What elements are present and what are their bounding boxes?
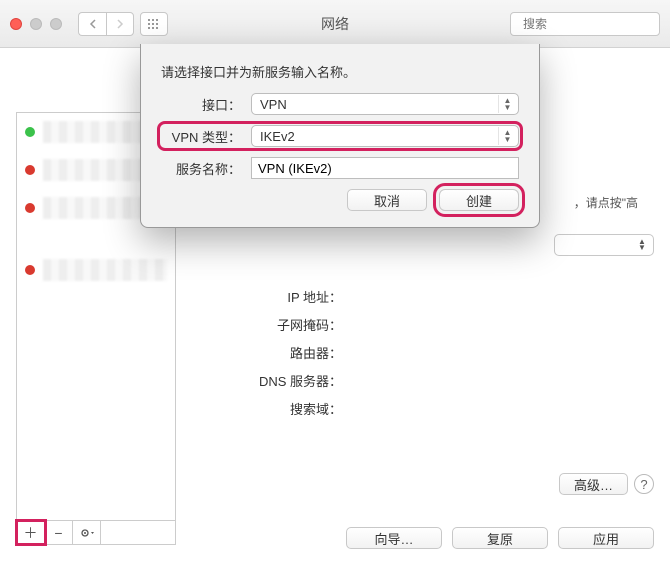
interface-label: 接口： <box>161 95 251 114</box>
minimize-window-button[interactable] <box>30 18 42 30</box>
help-icon: ? <box>640 477 647 492</box>
titlebar: 网络 <box>0 0 670 48</box>
row-vpn-type: VPN 类型： IKEv2 ▲▼ <box>161 125 519 147</box>
row-ip: IP 地址： <box>190 282 654 310</box>
row-dns: DNS 服务器： <box>190 366 654 394</box>
create-button[interactable]: 创建 <box>439 189 519 211</box>
row-router: 路由器： <box>190 338 654 366</box>
updown-icon: ▲▼ <box>635 237 649 253</box>
zoom-window-button[interactable] <box>50 18 62 30</box>
status-led-icon <box>25 203 35 213</box>
forward-button[interactable] <box>106 12 134 36</box>
window-controls <box>10 18 62 30</box>
label-dns: DNS 服务器： <box>190 371 350 390</box>
status-led-icon <box>25 165 35 175</box>
row-service-name: 服务名称： <box>161 157 519 179</box>
interface-value: VPN <box>260 97 287 112</box>
row-searchdomain: 搜索域： <box>190 394 654 422</box>
grid-icon <box>147 18 161 30</box>
vpntype-select[interactable]: IKEv2 ▲▼ <box>251 125 519 147</box>
search-input[interactable] <box>521 16 670 32</box>
row-subnet: 子网掩码： <box>190 310 654 338</box>
service-name-blurred <box>43 259 167 281</box>
label-ip: IP 地址： <box>190 287 350 306</box>
label-searchdomain: 搜索域： <box>190 399 350 418</box>
row-interface: 接口： VPN ▲▼ <box>161 93 519 115</box>
sheet-buttons: 取消 创建 <box>161 189 519 211</box>
vpntype-value: IKEv2 <box>260 129 295 144</box>
chevron-right-icon <box>115 19 125 29</box>
updown-icon: ▲▼ <box>498 127 516 145</box>
updown-icon: ▲▼ <box>498 95 516 113</box>
status-led-icon <box>25 265 35 275</box>
service-item[interactable] <box>17 251 175 289</box>
servicename-input[interactable] <box>251 157 519 179</box>
servicename-label: 服务名称： <box>161 159 251 178</box>
toolbar-nav <box>78 12 168 36</box>
advanced-button[interactable]: 高级… <box>559 473 628 495</box>
help-button[interactable]: ? <box>634 474 654 494</box>
new-service-sheet: 请选择接口并为新服务输入名称。 接口： VPN ▲▼ VPN 类型： IKEv2… <box>140 44 540 228</box>
back-button[interactable] <box>78 12 106 36</box>
show-all-button[interactable] <box>140 12 168 36</box>
cancel-button[interactable]: 取消 <box>347 189 427 211</box>
vpntype-label: VPN 类型： <box>161 127 251 146</box>
close-window-button[interactable] <box>10 18 22 30</box>
apply-button[interactable]: 应用 <box>558 527 654 549</box>
truncated-hint-text: ，请点按"高 <box>574 194 638 211</box>
status-select[interactable]: ▲▼ <box>554 234 654 256</box>
wizard-button[interactable]: 向导… <box>346 527 442 549</box>
label-router: 路由器： <box>190 343 350 362</box>
interface-select[interactable]: VPN ▲▼ <box>251 93 519 115</box>
revert-button[interactable]: 复原 <box>452 527 548 549</box>
chevron-left-icon <box>88 19 98 29</box>
label-subnet: 子网掩码： <box>190 315 350 334</box>
action-row: 向导… 复原 应用 <box>0 527 654 549</box>
search-field[interactable] <box>510 12 660 36</box>
status-led-icon <box>25 127 35 137</box>
sheet-prompt: 请选择接口并为新服务输入名称。 <box>161 62 519 81</box>
